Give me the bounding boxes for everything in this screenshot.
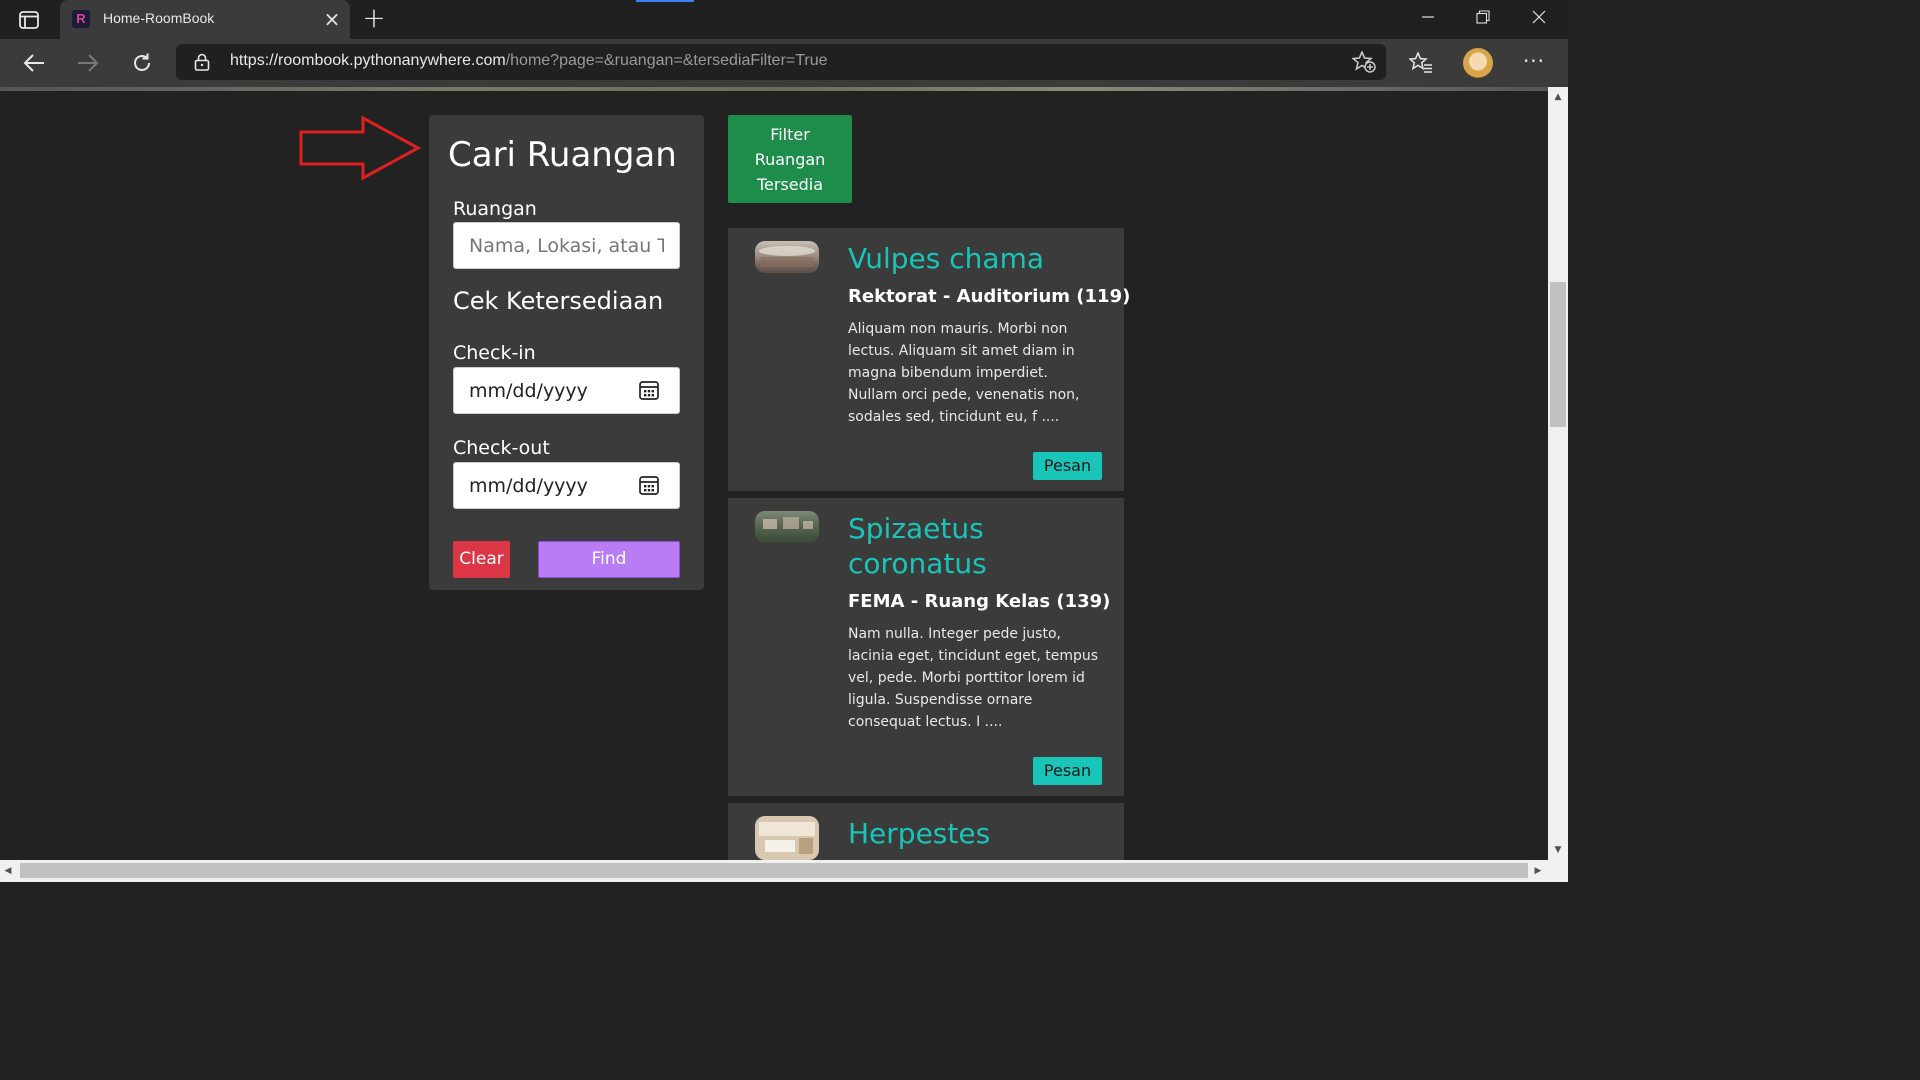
browser-tab[interactable]: R Home-RoomBook × bbox=[60, 0, 350, 39]
room-image[interactable] bbox=[755, 511, 819, 543]
calendar-icon[interactable] bbox=[638, 379, 660, 401]
minimize-icon[interactable] bbox=[1408, 4, 1448, 34]
room-description: Nam nulla. Integer pede justo, lacinia e… bbox=[848, 626, 1099, 730]
vertical-scrollbar[interactable]: ▲ ▼ bbox=[1548, 87, 1568, 860]
horizontal-scroll-thumb[interactable] bbox=[20, 863, 1528, 878]
room-card: Herpestes bbox=[728, 803, 1124, 860]
profile-avatar[interactable] bbox=[1463, 48, 1493, 78]
room-meta: Rektorat - Auditorium (119) bbox=[848, 286, 1131, 307]
clear-button[interactable]: Clear bbox=[453, 541, 510, 578]
scroll-up-icon[interactable]: ▲ bbox=[1548, 89, 1568, 105]
tab-title: Home-RoomBook bbox=[103, 10, 215, 26]
scroll-down-icon[interactable]: ▼ bbox=[1548, 842, 1568, 858]
url-path: /home?page=&ruangan=&tersediaFilter=True bbox=[505, 52, 828, 69]
checkout-date-input[interactable]: mm/dd/yyyy bbox=[453, 462, 680, 509]
favorites-icon[interactable] bbox=[1407, 49, 1435, 77]
calendar-icon[interactable] bbox=[638, 474, 660, 496]
scroll-right-icon[interactable]: ▶ bbox=[1530, 863, 1546, 879]
room-description: Aliquam non mauris. Morbi non lectus. Al… bbox=[848, 321, 1080, 425]
title-bar: R Home-RoomBook × + bbox=[0, 0, 1568, 39]
lock-icon[interactable] bbox=[193, 53, 211, 71]
vertical-scroll-thumb[interactable] bbox=[1550, 282, 1566, 427]
room-location: Rektorat bbox=[848, 286, 937, 307]
checkin-date-input[interactable]: mm/dd/yyyy bbox=[453, 367, 680, 414]
filter-line-2: Ruangan bbox=[754, 150, 826, 169]
room-card: Spizaetus coronatus FEMA - Ruang Kelas (… bbox=[728, 498, 1124, 796]
url-host: https://roombook.pythonanywhere.com bbox=[230, 52, 506, 69]
new-tab-icon[interactable]: + bbox=[360, 4, 388, 33]
room-image[interactable] bbox=[755, 241, 819, 273]
forward-icon[interactable] bbox=[71, 47, 105, 79]
checkout-value: mm/dd/yyyy bbox=[469, 475, 588, 497]
page-content: Cari Ruangan Ruangan Cek Ketersediaan Ch… bbox=[0, 87, 1548, 860]
filter-available-button[interactable]: Filter Ruangan Tersedia bbox=[728, 115, 852, 203]
book-button[interactable]: Pesan bbox=[1033, 452, 1102, 480]
refresh-icon[interactable] bbox=[125, 47, 159, 79]
checkin-value: mm/dd/yyyy bbox=[469, 380, 588, 402]
back-icon[interactable] bbox=[17, 47, 51, 79]
close-icon[interactable] bbox=[1519, 4, 1559, 34]
room-type: Auditorium (119) bbox=[956, 286, 1131, 307]
room-name[interactable]: Spizaetus coronatus bbox=[848, 511, 1108, 581]
checkout-label: Check-out bbox=[453, 437, 550, 459]
search-panel: Cari Ruangan Ruangan Cek Ketersediaan Ch… bbox=[429, 115, 704, 590]
room-image[interactable] bbox=[755, 816, 819, 860]
room-search-input[interactable] bbox=[453, 222, 680, 269]
filter-line-3: Tersedia bbox=[756, 175, 824, 194]
scroll-left-icon[interactable]: ◀ bbox=[0, 863, 16, 879]
favicon-icon: R bbox=[72, 10, 90, 28]
room-name[interactable]: Vulpes chama bbox=[848, 241, 1108, 276]
availability-title: Cek Ketersediaan bbox=[453, 287, 664, 315]
url-text[interactable]: https://roombook.pythonanywhere.com/home… bbox=[230, 52, 828, 70]
scrollbar-corner bbox=[1548, 860, 1568, 882]
tab-actions-icon[interactable] bbox=[10, 6, 48, 34]
book-button[interactable]: Pesan bbox=[1033, 757, 1102, 785]
tab-close-icon[interactable]: × bbox=[322, 9, 342, 29]
address-bar[interactable]: https://roombook.pythonanywhere.com/home… bbox=[176, 44, 1386, 80]
find-button[interactable]: Find bbox=[538, 541, 680, 578]
room-meta: FEMA - Ruang Kelas (139) bbox=[848, 591, 1111, 612]
room-card: Vulpes chama Rektorat - Auditorium (119)… bbox=[728, 228, 1130, 491]
room-name[interactable]: Herpestes bbox=[848, 816, 1108, 851]
browser-toolbar: https://roombook.pythonanywhere.com/home… bbox=[0, 39, 1568, 87]
search-title: Cari Ruangan bbox=[448, 135, 677, 175]
hero-image-edge bbox=[0, 87, 1548, 91]
checkin-label: Check-in bbox=[453, 342, 536, 364]
loading-indicator bbox=[636, 0, 694, 2]
filter-line-1: Filter bbox=[770, 125, 810, 144]
room-location: FEMA bbox=[848, 591, 905, 612]
add-favorite-icon[interactable] bbox=[1351, 50, 1376, 73]
browser-window: R Home-RoomBook × + https://roombook.pyt… bbox=[0, 0, 1568, 882]
restore-icon[interactable] bbox=[1463, 4, 1503, 34]
room-label: Ruangan bbox=[453, 198, 537, 220]
annotation-arrow-icon bbox=[299, 115, 422, 181]
horizontal-scrollbar[interactable]: ◀ ▶ bbox=[0, 860, 1548, 882]
room-type: Ruang Kelas (139) bbox=[924, 591, 1111, 612]
more-options-icon[interactable]: ··· bbox=[1520, 49, 1548, 77]
